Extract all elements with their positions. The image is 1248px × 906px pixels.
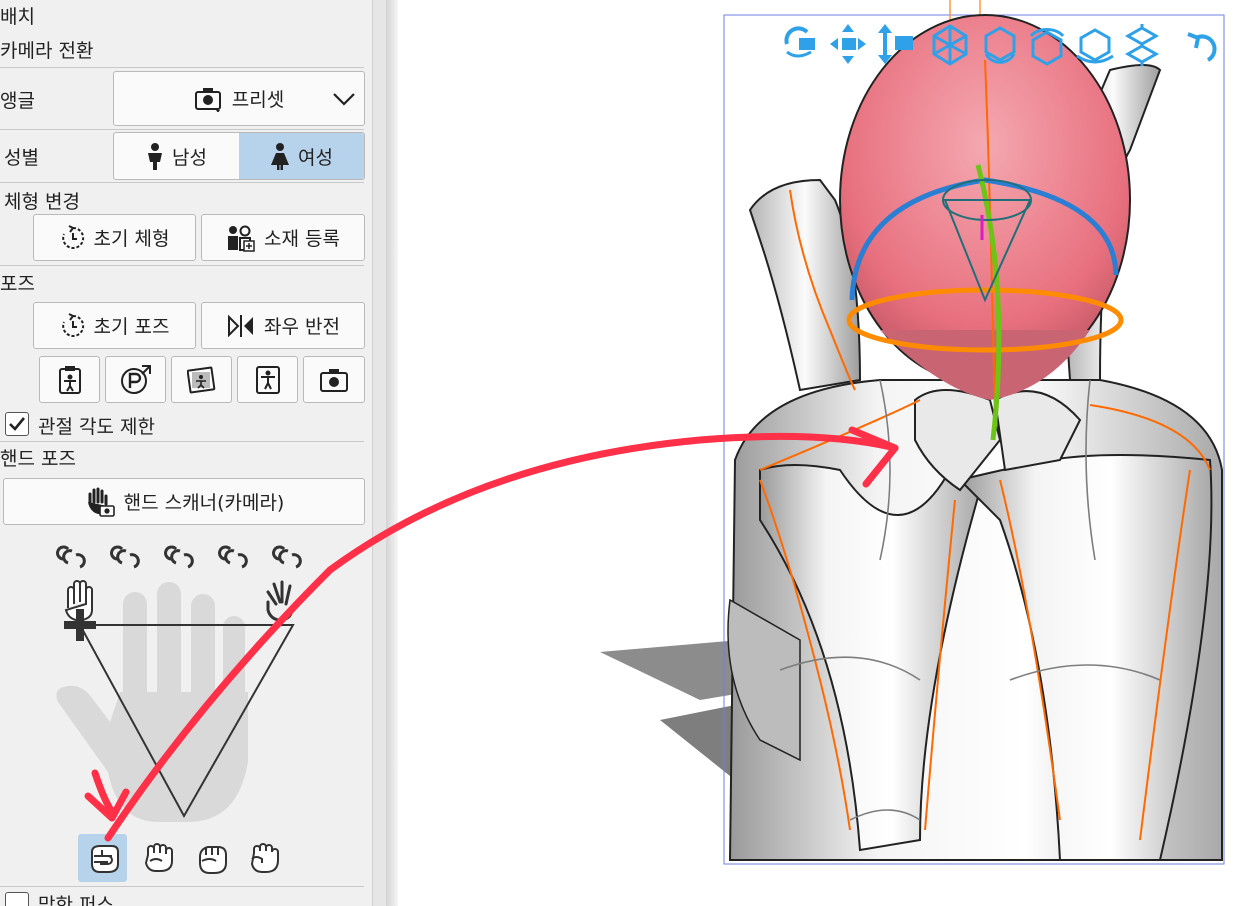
pose-clipboard-button[interactable] xyxy=(39,356,100,403)
rotate-object-3-icon[interactable] xyxy=(1076,28,1114,64)
model-body xyxy=(727,14,1223,861)
hand-scanner-icon xyxy=(84,486,116,518)
divider xyxy=(0,886,364,887)
pose-register-icon xyxy=(120,364,152,396)
register-material-button[interactable]: 소재 등록 xyxy=(201,214,365,261)
hand-preset-3[interactable] xyxy=(188,834,237,882)
canvas-area[interactable] xyxy=(398,0,1248,906)
hand-scanner-button[interactable]: 핸드 스캐너(카메라) xyxy=(3,478,365,525)
hand-grip-icon xyxy=(86,842,120,874)
camera-rotate-icon[interactable] xyxy=(784,26,815,58)
finger-lock-icon[interactable] xyxy=(110,545,140,569)
angle-preset-value: 프리셋 xyxy=(231,89,285,111)
gender-female-option[interactable]: 여성 xyxy=(239,133,364,179)
camera-icon xyxy=(319,367,349,393)
camera-pan-icon[interactable] xyxy=(830,24,866,64)
finger-lock-row xyxy=(54,545,314,571)
finger-lock-icon[interactable] xyxy=(56,545,86,569)
section-hand-pose: 핸드 포즈 xyxy=(0,448,76,470)
fist-side-icon xyxy=(196,841,230,875)
section-camera-switch[interactable]: 카메라 전환 xyxy=(0,36,93,63)
pose-scanner-button[interactable] xyxy=(171,356,232,403)
angle-label: 앵글 xyxy=(0,90,35,112)
pose-camera-button[interactable] xyxy=(303,356,365,403)
panel-splitter[interactable] xyxy=(386,0,398,906)
reset-rotation-icon[interactable] xyxy=(1187,32,1217,62)
panel-scrollbar[interactable] xyxy=(372,0,387,906)
gender-male-option[interactable]: 남성 xyxy=(114,133,239,179)
bottom-checkbox[interactable] xyxy=(5,892,29,906)
3d-model-view[interactable] xyxy=(398,0,1248,906)
reset-icon xyxy=(60,312,86,339)
finger-lock-icon[interactable] xyxy=(164,545,194,569)
flip-horizontal-button[interactable]: 좌우 반전 xyxy=(201,302,365,349)
figure-icon xyxy=(255,365,281,395)
divider xyxy=(0,265,364,266)
chevron-down-icon xyxy=(332,92,356,106)
finger-lock-icon[interactable] xyxy=(272,545,302,569)
hand-preset-4[interactable] xyxy=(240,834,289,882)
checkmark-icon xyxy=(8,416,26,432)
joint-limit-label: 관절 각도 제한 xyxy=(38,416,155,438)
divider xyxy=(0,441,364,442)
register-material-icon xyxy=(226,224,256,252)
tool-property-panel: 배치 카메라 전환 앵글 프리셋 성별 남성 여성 체형 변경 초기 체형 소재… xyxy=(0,0,372,906)
gender-toggle[interactable]: 남성 여성 xyxy=(113,132,365,180)
bottom-label: 망한 퍼스 xyxy=(38,894,114,906)
fist-icon xyxy=(142,841,176,875)
pose-figure-button[interactable] xyxy=(237,356,298,403)
divider xyxy=(0,182,364,183)
section-placement: 배치 xyxy=(0,6,35,28)
hand-pose-controller[interactable] xyxy=(40,572,320,827)
pose-registration-button[interactable] xyxy=(105,356,166,403)
male-icon xyxy=(146,142,164,170)
finger-lock-icon[interactable] xyxy=(218,545,248,569)
divider xyxy=(0,129,364,130)
initial-pose-button[interactable]: 초기 포즈 xyxy=(33,302,196,349)
female-icon xyxy=(270,142,290,170)
pose-scanner-icon xyxy=(186,365,217,395)
spread-hand-icon[interactable] xyxy=(266,580,304,622)
pose-clipboard-icon xyxy=(57,365,83,395)
section-pose: 포즈 xyxy=(0,273,35,295)
reset-icon xyxy=(60,224,86,251)
hand-preset-2[interactable] xyxy=(134,834,183,882)
initial-body-button[interactable]: 초기 체형 xyxy=(33,214,196,261)
joint-limit-checkbox[interactable] xyxy=(5,412,29,436)
divider xyxy=(0,67,364,68)
angle-preset-dropdown[interactable]: 프리셋 xyxy=(113,71,365,126)
camera-preset-icon xyxy=(194,86,224,112)
flip-horizontal-icon xyxy=(226,314,256,338)
hand-preset-1[interactable] xyxy=(78,834,127,882)
gender-label: 성별 xyxy=(4,147,39,169)
section-body-change: 체형 변경 xyxy=(4,191,80,213)
fist-thumb-icon xyxy=(248,841,282,875)
move-on-plane-icon[interactable] xyxy=(1124,24,1160,66)
